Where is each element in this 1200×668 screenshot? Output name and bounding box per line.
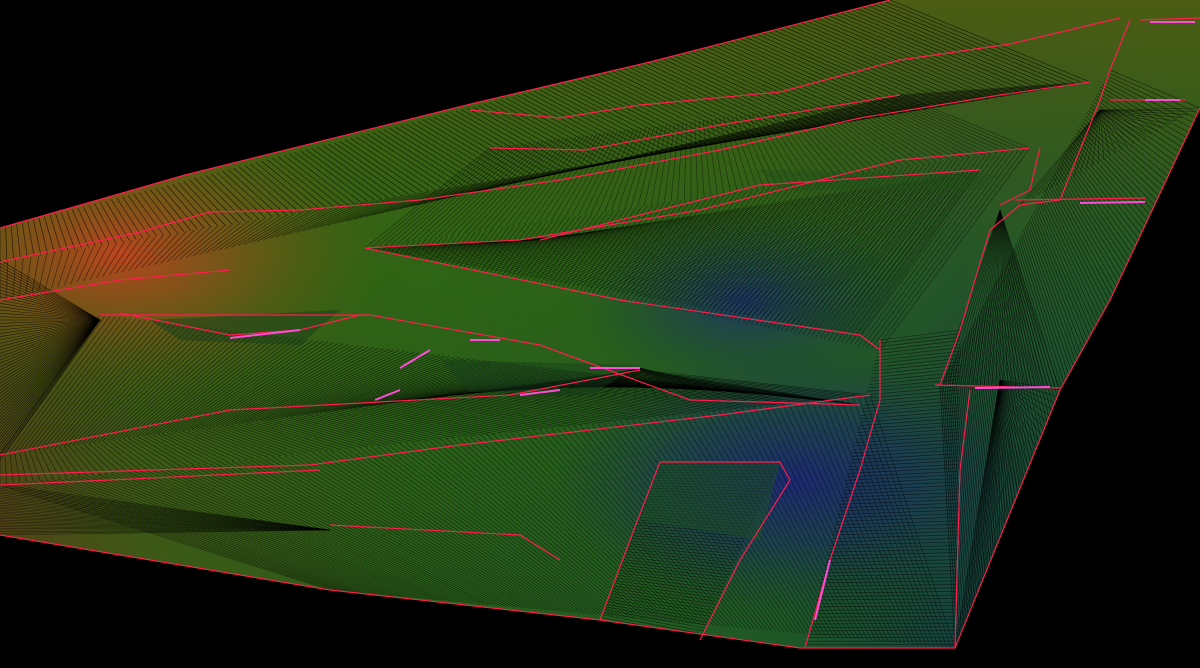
- terrain-scene[interactable]: [0, 0, 1200, 668]
- terrain-surface: [0, 0, 1200, 648]
- 3d-viewport[interactable]: [0, 0, 1200, 668]
